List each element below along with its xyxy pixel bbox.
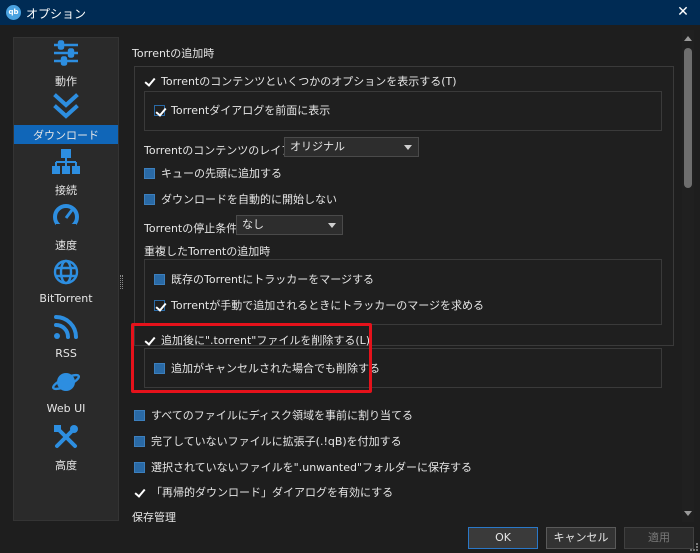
sidebar-item-label: 動作 — [55, 75, 77, 88]
sidebar-item-label: 速度 — [55, 239, 77, 252]
no-autostart-checkbox[interactable] — [144, 193, 155, 205]
queue-top-option[interactable]: キューの先頭に追加する — [144, 164, 282, 182]
resize-grip-icon[interactable] — [690, 543, 698, 551]
show-content-label: Torrentのコンテンツといくつかのオプションを表示する(T) — [161, 75, 457, 88]
sidebar-item-advanced[interactable]: 高度 — [14, 423, 118, 478]
no-autostart-label: ダウンロードを自動的に開始しない — [161, 193, 337, 206]
apply-button[interactable]: 適用 — [624, 527, 694, 549]
network-icon — [52, 149, 80, 174]
stop-condition-value: なし — [242, 218, 264, 231]
cancel-button[interactable]: キャンセル — [546, 527, 616, 549]
sliders-icon — [54, 40, 78, 66]
append-ext-option[interactable]: 完了していないファイルに拡張子(.!qB)を付加する — [134, 432, 402, 450]
planet-icon — [52, 373, 80, 391]
sidebar-item-label: ダウンロード — [33, 129, 99, 142]
red-highlight-box — [131, 323, 372, 393]
chevron-down-icon — [328, 223, 336, 228]
scroll-up-arrow-icon[interactable] — [684, 36, 692, 41]
section-title-save-management: 保存管理 — [132, 511, 176, 522]
bring-front-checkbox[interactable] — [154, 104, 165, 116]
prealloc-checkbox[interactable] — [134, 409, 145, 421]
tools-icon — [54, 425, 78, 448]
duplicate-group — [144, 259, 662, 325]
options-sidebar: 動作 ダウンロード 接続 速度 BitTorrent RSS Web UI 高度 — [13, 37, 119, 521]
close-window-button[interactable]: ✕ — [666, 0, 700, 25]
ask-merge-option[interactable]: Torrentが手動で追加されるときにトラッカーのマージを求める — [154, 296, 484, 314]
rss-icon — [54, 315, 78, 339]
chevron-down-icon — [404, 145, 412, 150]
sidebar-item-label: 高度 — [55, 459, 77, 472]
recursive-label: 「再帰的ダウンロード」ダイアログを有効にする — [151, 486, 394, 499]
no-autostart-option[interactable]: ダウンロードを自動的に開始しない — [144, 190, 337, 208]
sidebar-item-rss[interactable]: RSS — [14, 313, 118, 368]
show-content-option[interactable]: Torrentのコンテンツといくつかのオプションを表示する(T) — [144, 72, 457, 90]
sidebar-item-behavior[interactable]: 動作 — [14, 39, 118, 94]
sidebar-item-label: RSS — [55, 347, 77, 360]
scrollbar-thumb[interactable] — [684, 48, 692, 188]
prealloc-option[interactable]: すべてのファイルにディスク領域を事前に割り当てる — [134, 406, 413, 424]
ask-merge-label: Torrentが手動で追加されるときにトラッカーのマージを求める — [171, 299, 485, 312]
title-bar: qb オプション ✕ — [0, 0, 700, 25]
downloads-settings-panel: Torrentの追加時 Torrentのコンテンツといくつかのオプションを表示す… — [124, 30, 680, 522]
stop-condition-label: Torrentの停止条件: — [144, 222, 241, 235]
append-ext-checkbox[interactable] — [134, 435, 145, 447]
stop-condition-dropdown[interactable]: なし — [236, 215, 343, 235]
sidebar-item-connection[interactable]: 接続 — [14, 148, 118, 203]
ask-merge-checkbox[interactable] — [154, 299, 165, 311]
prealloc-label: すべてのファイルにディスク領域を事前に割り当てる — [151, 409, 414, 422]
unwanted-label: 選択されていないファイルを".unwanted"フォルダーに保存する — [151, 461, 472, 474]
sidebar-item-label: Web UI — [46, 402, 86, 415]
recursive-option[interactable]: 「再帰的ダウンロード」ダイアログを有効にする — [134, 483, 393, 501]
sidebar-item-bittorrent[interactable]: BitTorrent — [14, 258, 118, 313]
ok-button[interactable]: OK — [468, 527, 538, 549]
merge-trackers-label: 既存のTorrentにトラッカーをマージする — [171, 273, 375, 286]
unwanted-checkbox[interactable] — [134, 461, 145, 473]
bring-front-option[interactable]: Torrentダイアログを前面に表示 — [154, 101, 330, 119]
speedometer-icon — [53, 204, 79, 230]
sidebar-item-label: BitTorrent — [39, 292, 93, 305]
section-title-duplicate: 重複したTorrentの追加時 — [144, 245, 271, 258]
recursive-checkbox[interactable] — [134, 487, 145, 498]
merge-trackers-checkbox[interactable] — [154, 273, 165, 285]
section-title-torrent-add: Torrentの追加時 — [132, 47, 215, 60]
merge-trackers-option[interactable]: 既存のTorrentにトラッカーをマージする — [154, 270, 374, 288]
double-chevron-down-icon — [53, 93, 79, 119]
globe-icon — [53, 259, 79, 285]
sidebar-item-downloads[interactable]: ダウンロード — [14, 93, 118, 148]
queue-top-checkbox[interactable] — [144, 167, 155, 179]
show-content-checkbox[interactable] — [144, 76, 155, 87]
layout-dropdown[interactable]: オリジナル — [284, 137, 419, 157]
scroll-down-arrow-icon[interactable] — [684, 511, 692, 516]
sidebar-item-label: 接続 — [55, 184, 77, 197]
sidebar-item-webui[interactable]: Web UI — [14, 368, 118, 423]
splitter-handle[interactable] — [120, 275, 123, 289]
bring-front-label: Torrentダイアログを前面に表示 — [171, 104, 331, 117]
unwanted-option[interactable]: 選択されていないファイルを".unwanted"フォルダーに保存する — [134, 458, 472, 476]
window-title: オプション — [26, 7, 87, 21]
vertical-scrollbar[interactable] — [682, 30, 694, 522]
layout-dropdown-value: オリジナル — [290, 140, 345, 153]
append-ext-label: 完了していないファイルに拡張子(.!qB)を付加する — [151, 435, 402, 448]
sidebar-item-speed[interactable]: 速度 — [14, 203, 118, 258]
queue-top-label: キューの先頭に追加する — [161, 167, 282, 180]
qbittorrent-app-icon: qb — [6, 5, 21, 20]
